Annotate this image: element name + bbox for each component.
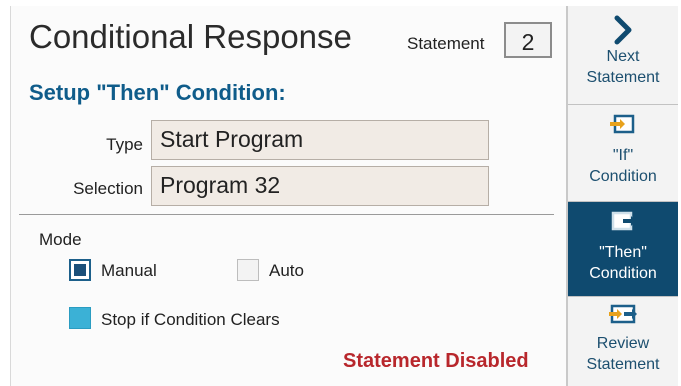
chevron-right-icon xyxy=(614,15,632,45)
sidebar-item-line1: Next xyxy=(606,48,640,65)
section-heading: Setup "Then" Condition: xyxy=(29,80,286,105)
stop-if-clears-checkbox[interactable] xyxy=(69,307,91,329)
then-condition-button[interactable]: "Then" Condition xyxy=(568,202,678,296)
page-title: Conditional Response xyxy=(29,18,352,55)
controller-screen: Conditional Response Statement 2 Setup "… xyxy=(10,6,678,386)
review-statement-icon xyxy=(609,304,637,324)
selection-field[interactable]: Program 32 xyxy=(151,166,489,206)
status-text: Statement Disabled xyxy=(343,350,529,372)
next-statement-button[interactable]: Next Statement xyxy=(568,6,678,104)
mode-label: Mode xyxy=(39,230,82,249)
if-condition-button[interactable]: "If" Condition xyxy=(568,105,678,201)
auto-label: Auto xyxy=(269,261,304,280)
statement-label: Statement xyxy=(407,34,485,53)
type-field[interactable]: Start Program xyxy=(151,120,489,160)
manual-label: Manual xyxy=(101,261,157,280)
sidebar-item-line2: Condition xyxy=(589,265,657,282)
sidebar-item-line2: Condition xyxy=(589,168,657,185)
manual-checkbox[interactable] xyxy=(69,259,91,281)
selection-label: Selection xyxy=(73,179,143,198)
auto-checkbox[interactable] xyxy=(237,259,259,281)
divider xyxy=(19,214,554,215)
sidebar: Next Statement "If" Condition "Then" Con… xyxy=(566,6,678,386)
sidebar-item-line1: Review xyxy=(596,335,650,352)
review-statement-button[interactable]: Review Statement xyxy=(568,297,678,386)
then-condition-icon xyxy=(611,211,636,231)
if-condition-icon xyxy=(610,114,635,134)
sidebar-item-line2: Statement xyxy=(586,69,660,86)
statement-number-field[interactable]: 2 xyxy=(504,22,552,58)
sidebar-item-line1: "Then" xyxy=(599,244,647,261)
sidebar-item-line1: "If" xyxy=(612,147,634,164)
stop-if-clears-label: Stop if Condition Clears xyxy=(101,310,280,329)
sidebar-item-line2: Statement xyxy=(586,356,660,373)
main-panel: Conditional Response Statement 2 Setup "… xyxy=(11,6,566,386)
type-label: Type xyxy=(106,135,143,154)
